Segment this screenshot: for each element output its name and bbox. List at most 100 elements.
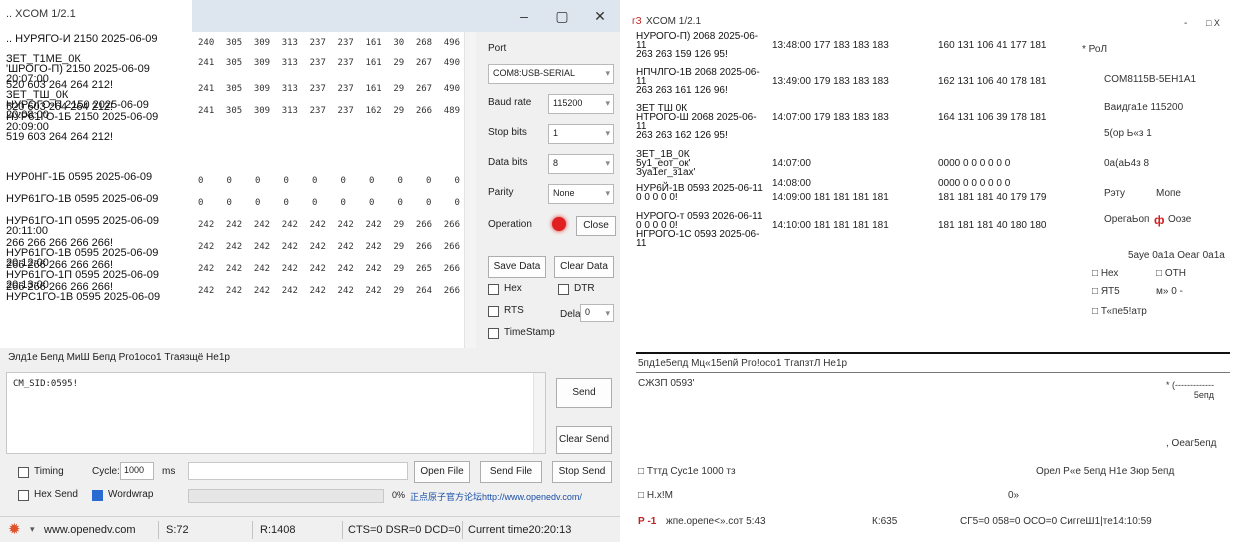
divider (636, 372, 1230, 373)
gear-icon[interactable]: ✹ (8, 520, 21, 538)
timing-row[interactable]: □ Тттд Сус1е 1000 тз (638, 466, 736, 477)
databits-select[interactable]: 8 ▾ (548, 154, 614, 174)
receive-value: 242 (198, 242, 215, 252)
receive-value: 237 (309, 38, 326, 48)
receive-value: 309 (253, 106, 271, 116)
stopbits-select[interactable]: 1 ▾ (548, 124, 614, 144)
receive-line-values: 162 131 106 40 178 181 (938, 76, 1047, 87)
parity-select[interactable]: None ▾ (548, 184, 614, 204)
receive-value: 242 (253, 220, 271, 230)
close-window-button[interactable]: □ Х (1206, 18, 1220, 28)
receive-line-values: 241 305 309 313 237 237 161 29 267 490 (198, 58, 460, 68)
receive-value: 313 (281, 38, 298, 48)
minimize-button[interactable]: - (1184, 18, 1187, 29)
rts-checkbox[interactable] (488, 306, 499, 317)
send-button[interactable]: Send (556, 378, 612, 408)
hex-checkbox[interactable] (488, 284, 499, 295)
connection-status-icon: ф (1154, 213, 1165, 227)
close-window-button[interactable]: ✕ (588, 6, 612, 26)
baud-select[interactable]: Ваидга1е 115200 (1104, 102, 1183, 113)
ms-label: ms (162, 466, 176, 477)
receive-value: 242 (198, 286, 215, 296)
timestamp-checkbox[interactable] (488, 328, 499, 339)
chevron-down-icon: ▾ (605, 98, 610, 108)
hex-send-checkbox[interactable] (18, 490, 29, 501)
delay-select[interactable]: м» 0 - (1156, 286, 1183, 297)
forum-link[interactable]: 正点原子官方论坛http://www.openedv.com/ (410, 490, 582, 503)
receive-area[interactable]: .. НУРЯГО-И 2150 2025-06-09 240 305 309 313 2… (0, 32, 476, 348)
receive-line-label: НУР6Й-1В 0593 2025-06-11 0 0 0 0 0! (636, 183, 763, 203)
clear-data-button[interactable]: Clear Data (554, 256, 614, 278)
timestamp-checkbox[interactable]: □ Т«пе5!атр (1092, 306, 1147, 317)
receive-line-time: 13:48:00 177 183 183 183 (772, 40, 889, 51)
send-input[interactable]: СЖЗП 0593' (638, 378, 695, 389)
receive-value: 242 (225, 264, 243, 274)
maximize-button[interactable]: ▢ (550, 6, 574, 26)
multi-send-tabs[interactable]: 5пд1е5епд Мц«15епй Рго!осо1 ТгапзтЛ Не1р (638, 358, 847, 369)
receive-line-values: 0 0 0 0 0 0 0 0 0 0 (198, 176, 460, 186)
receive-line-label: НУР61ГО-1П 0595 2025-06-09 20:11:00 (6, 215, 159, 237)
operation-label: ОрегаЬоп (1104, 214, 1150, 225)
receive-value: 242 (198, 220, 215, 230)
send-button[interactable]: * (------------- 5епд (1166, 380, 1214, 400)
status-line-signals: СГ5=0 058=0 ОСО=0 СиггеШ1|те14:10:59 (960, 516, 1152, 527)
port-select[interactable]: COM8115B-5EH1A1 (1104, 74, 1196, 85)
stopbits-select[interactable]: 5(ор Ь«з 1 (1104, 128, 1152, 139)
receive-value: 242 (309, 264, 326, 274)
chevron-down-icon: ▾ (605, 308, 610, 318)
receive-value: 242 (281, 264, 298, 274)
stop-send-button[interactable]: Stop Send (552, 461, 612, 483)
status-received-count: К:635 (872, 516, 898, 527)
receive-value: 266 (415, 106, 433, 116)
receive-value: 313 (281, 84, 298, 94)
close-port-button[interactable]: Close (576, 216, 616, 236)
databits-row: Data bits 8 ▾ (488, 154, 616, 174)
status-separator (158, 521, 159, 539)
status-site[interactable]: www.openedv.com (44, 524, 136, 536)
receive-line-label: НУРОГО-П) 2068 2025-06- 11 263 263 159 1… (636, 31, 759, 60)
gear-icon[interactable]: Р -1 (638, 516, 656, 527)
timing-checkbox[interactable] (18, 467, 29, 478)
hex-checkbox[interactable]: □ Нех (1092, 268, 1118, 279)
open-file-button[interactable]: Open File (414, 461, 470, 483)
save-clear-data-buttons[interactable]: 5ауе 0а1а Оеаг 0а1а (1128, 250, 1225, 261)
receive-value: 29 (393, 264, 405, 274)
receive-value: 0 (369, 198, 375, 208)
baud-select[interactable]: 115200 ▾ (548, 94, 614, 114)
file-buttons-row[interactable]: Орел Р«е 5епд Н1е Зюр 5епд (1036, 466, 1174, 477)
right-xcom-window: гЗ XCOM 1/2.1 - □ Х * РоЛ COM8115B-5EH1A… (626, 0, 1234, 542)
receive-line-values: 0 0 0 0 0 0 0 0 0 0 (198, 198, 460, 208)
receive-value: 242 (337, 264, 354, 274)
send-input[interactable]: CM_SID:0595! (6, 372, 546, 454)
parity-select[interactable]: Мопе (1156, 188, 1181, 199)
status-site[interactable]: жпе.орепе<».сот 5:43 (666, 516, 766, 527)
cycle-input[interactable]: 1000 (120, 462, 154, 480)
wordwrap-checkbox[interactable] (92, 490, 103, 501)
receive-line-label: 266 266 266 266 266! НУРС1ГО-1В 0595 202… (6, 281, 161, 303)
receive-value: 29 (393, 106, 405, 116)
clear-send-button[interactable]: Clear Send (556, 426, 612, 454)
port-select[interactable]: COM8:USB-SERIAL ▾ (488, 64, 614, 84)
minimize-button[interactable]: – (512, 6, 536, 26)
multi-send-tabs[interactable]: Элд1е Бепд МиШ Бепд Рго1осо1 Тгаязщё Не1… (8, 352, 230, 363)
rts-checkbox[interactable]: □ ЯТ5 (1092, 286, 1120, 297)
close-port-button[interactable]: Оозе (1168, 214, 1191, 225)
send-scrollbar[interactable] (533, 373, 545, 453)
databits-select[interactable]: 0а(аЬ4з 8 (1104, 158, 1149, 169)
chevron-down-icon[interactable]: ▾ (30, 524, 35, 535)
dtr-checkbox[interactable] (558, 284, 569, 295)
status-current-time: Current time20:20:13 (468, 524, 572, 536)
receive-value: 242 (225, 220, 243, 230)
delay-select[interactable]: 0 ▾ (580, 304, 614, 322)
send-file-button[interactable]: Send File (480, 461, 542, 483)
file-path-input[interactable] (188, 462, 408, 480)
connection-status-icon (552, 217, 566, 231)
receive-value: 237 (309, 84, 326, 94)
save-data-button[interactable]: Save Data (488, 256, 546, 278)
clear-send-button[interactable]: , Оеаг5епд (1166, 438, 1216, 449)
receive-scrollbar[interactable] (464, 32, 476, 348)
receive-line-values: 181 181 181 40 179 179 (938, 192, 1047, 203)
receive-line-values: 241 305 309 313 237 237 161 29 267 490 (198, 84, 460, 94)
hex-send-checkbox[interactable]: □ Н.х!М (638, 490, 673, 501)
dtr-checkbox[interactable]: □ ОТН (1156, 268, 1186, 279)
